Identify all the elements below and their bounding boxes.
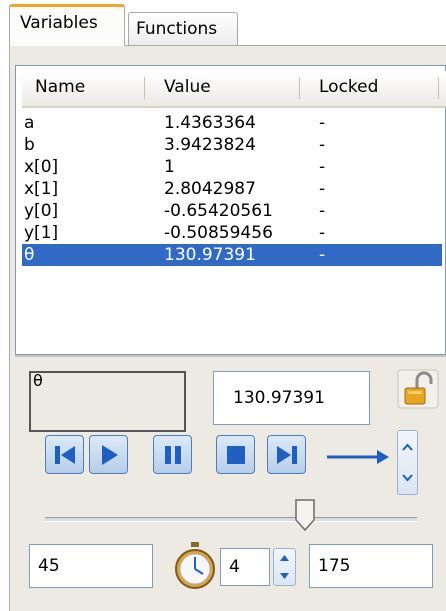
row-name: θ bbox=[24, 245, 35, 265]
row-value: -0.50859456 bbox=[164, 223, 273, 243]
row-locked: - bbox=[319, 135, 326, 155]
column-header-locked[interactable]: Locked bbox=[319, 77, 378, 97]
row-name: y[0] bbox=[24, 201, 59, 221]
table-row[interactable]: y[0] -0.65420561 - bbox=[22, 200, 442, 222]
column-header-name[interactable]: Name bbox=[35, 77, 85, 97]
row-value: 1.4363364 bbox=[164, 113, 256, 133]
row-locked: - bbox=[319, 179, 326, 199]
table-row[interactable]: a 1.4363364 - bbox=[22, 112, 442, 134]
row-name: x[1] bbox=[24, 179, 59, 199]
table-row[interactable]: b 3.9423824 - bbox=[22, 134, 442, 156]
tab-functions[interactable]: Functions bbox=[128, 12, 238, 46]
range-max-input[interactable]: 175 bbox=[309, 544, 433, 588]
variable-name-display: θ bbox=[29, 371, 186, 432]
row-locked: - bbox=[319, 245, 326, 265]
variables-table: Name Value Locked a 1.4363364 - b 3.9423… bbox=[15, 65, 446, 355]
row-locked: - bbox=[319, 157, 326, 177]
row-value: 130.97391 bbox=[164, 245, 256, 265]
timer-button[interactable] bbox=[172, 541, 218, 595]
skip-to-start-button[interactable] bbox=[45, 435, 84, 474]
skip-to-end-icon bbox=[277, 446, 297, 464]
open-padlock-icon bbox=[397, 369, 439, 409]
stop-icon bbox=[227, 446, 245, 464]
stop-button[interactable] bbox=[216, 435, 255, 474]
row-locked: - bbox=[319, 113, 326, 133]
row-name: b bbox=[24, 135, 35, 155]
skip-to-end-button[interactable] bbox=[267, 435, 306, 474]
table-row[interactable]: x[0] 1 - bbox=[22, 156, 442, 178]
speed-spinner[interactable] bbox=[397, 430, 418, 495]
splitter[interactable] bbox=[15, 355, 446, 357]
animation-slider-thumb[interactable] bbox=[294, 498, 316, 536]
row-name: a bbox=[24, 113, 35, 133]
row-locked: - bbox=[319, 201, 326, 221]
row-value: -0.65420561 bbox=[164, 201, 273, 221]
table-row[interactable]: y[1] -0.50859456 - bbox=[22, 222, 442, 244]
table-row-selected[interactable]: θ 130.97391 - bbox=[22, 244, 442, 266]
up-down-arrows-icon bbox=[402, 443, 413, 482]
skip-to-start-icon bbox=[55, 446, 75, 464]
tab-bar: Variables Functions bbox=[9, 0, 446, 46]
column-header-value[interactable]: Value bbox=[164, 77, 211, 97]
lock-toggle-button[interactable] bbox=[397, 369, 439, 409]
row-value: 1 bbox=[164, 157, 175, 177]
variable-value-input[interactable]: 130.97391 bbox=[213, 371, 370, 425]
row-locked: - bbox=[319, 223, 326, 243]
row-name: y[1] bbox=[24, 223, 59, 243]
pause-icon bbox=[165, 446, 181, 464]
step-input[interactable]: 4 bbox=[220, 548, 270, 586]
up-down-arrows-icon bbox=[280, 555, 289, 579]
play-icon bbox=[102, 445, 118, 465]
animation-slider-track[interactable] bbox=[45, 517, 417, 522]
table-header: Name Value Locked bbox=[22, 71, 446, 108]
right-arrow-icon bbox=[327, 450, 389, 464]
direction-toggle[interactable] bbox=[325, 445, 391, 473]
step-spinner[interactable] bbox=[273, 548, 296, 586]
row-value: 3.9423824 bbox=[164, 135, 256, 155]
range-min-input[interactable]: 45 bbox=[29, 544, 153, 588]
stopwatch-icon bbox=[175, 542, 215, 589]
tab-variables[interactable]: Variables bbox=[9, 4, 125, 46]
pause-button[interactable] bbox=[153, 435, 192, 474]
row-value: 2.8042987 bbox=[164, 179, 256, 199]
table-row[interactable]: x[1] 2.8042987 - bbox=[22, 178, 442, 200]
play-button[interactable] bbox=[89, 435, 128, 474]
row-name: x[0] bbox=[24, 157, 59, 177]
